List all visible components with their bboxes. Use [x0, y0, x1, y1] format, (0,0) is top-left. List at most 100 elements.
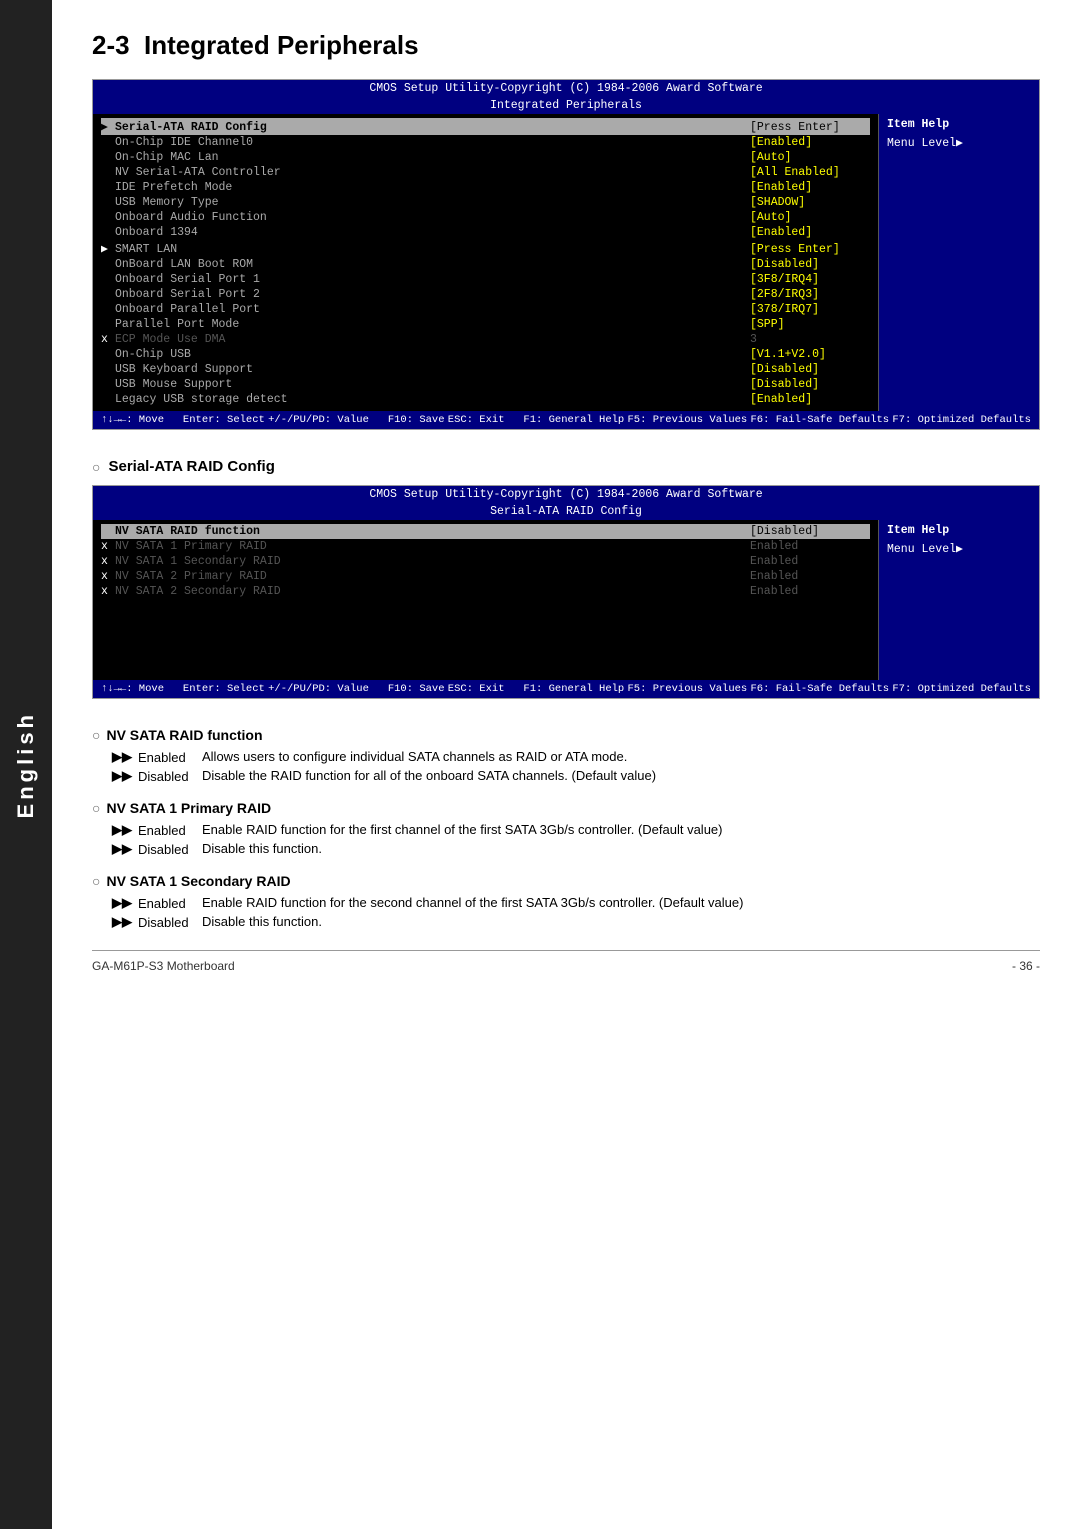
bios-label: Onboard Serial Port 1: [115, 273, 750, 286]
desc-item-text: Disable this function.: [202, 914, 1040, 929]
bios-value: [Press Enter]: [750, 243, 870, 256]
sidebar-label: English: [13, 711, 39, 818]
bios1-row-7[interactable]: Onboard 1394[Enabled]: [101, 225, 870, 240]
bios1-row-14[interactable]: x ECP Mode Use DMA3: [101, 332, 870, 347]
bios1-footer-col8: F6: Fail-Safe Defaults: [750, 414, 889, 426]
bios1-row-4[interactable]: IDE Prefetch Mode[Enabled]: [101, 180, 870, 195]
bios2-row-2[interactable]: x NV SATA 1 Secondary RAIDEnabled: [101, 554, 870, 569]
desc-item: ▶▶ DisabledDisable this function.: [112, 841, 1040, 857]
bios-label: Onboard 1394: [115, 226, 750, 239]
bios1-row-10[interactable]: Onboard Serial Port 1[3F8/IRQ4]: [101, 272, 870, 287]
bios1-body: ▶ Serial-ATA RAID Config[Press Enter] On…: [93, 114, 1039, 411]
section-number: 2-3: [92, 30, 130, 60]
bios2-row-1[interactable]: x NV SATA 1 Primary RAIDEnabled: [101, 539, 870, 554]
desc-item-label-text: Enabled: [138, 823, 186, 838]
bios1-row-17[interactable]: USB Mouse Support[Disabled]: [101, 377, 870, 392]
page-title: 2-3 Integrated Peripherals: [92, 30, 1040, 61]
subsection1-title: ○ Serial-ATA RAID Config: [92, 458, 1040, 475]
bios-label: USB Mouse Support: [115, 378, 750, 391]
bios1-row-8[interactable]: ▶ SMART LAN[Press Enter]: [101, 240, 870, 257]
bios-label: NV Serial-ATA Controller: [115, 166, 750, 179]
bios-value: [Disabled]: [750, 378, 870, 391]
arrow-bullet: ▶▶: [112, 768, 132, 784]
bios-value: [Disabled]: [750, 363, 870, 376]
bios-label: ECP Mode Use DMA: [115, 333, 750, 346]
bios2-footer-col5: ESC: Exit F1: General Help: [448, 683, 624, 695]
bios1-row-0[interactable]: ▶ Serial-ATA RAID Config[Press Enter]: [101, 118, 870, 135]
bios1-right: Item Help Menu Level▶: [879, 114, 1039, 411]
arrow-indicator: x: [101, 555, 111, 568]
bios1-footer: ↑↓→←: Move Enter: Select +/-/PU/PD: Valu…: [93, 411, 1039, 429]
desc-item-label-text: Disabled: [138, 769, 189, 784]
desc1-title: ○ NV SATA RAID function: [92, 727, 1040, 743]
bios2-header1: CMOS Setup Utility-Copyright (C) 1984-20…: [93, 486, 1039, 503]
desc1-list: ▶▶ EnabledAllows users to configure indi…: [112, 749, 1040, 784]
bios-value: [Enabled]: [750, 393, 870, 406]
bios-value: Enabled: [750, 570, 870, 583]
bios1-row-1[interactable]: On-Chip IDE Channel0[Enabled]: [101, 135, 870, 150]
bios1-row-5[interactable]: USB Memory Type[SHADOW]: [101, 195, 870, 210]
desc2: ○ NV SATA 1 Primary RAID ▶▶ EnabledEnabl…: [92, 800, 1040, 857]
bios2-footer-col9: F7: Optimized Defaults: [892, 683, 1031, 695]
bios-label: On-Chip USB: [115, 348, 750, 361]
bios-value: [SPP]: [750, 318, 870, 331]
bios-value: [Disabled]: [750, 525, 870, 538]
bios1-header1: CMOS Setup Utility-Copyright (C) 1984-20…: [93, 80, 1039, 97]
footer-right: - 36 -: [1012, 959, 1040, 973]
bios2-row-3[interactable]: x NV SATA 2 Primary RAIDEnabled: [101, 569, 870, 584]
bios1-item-help-value: Menu Level▶: [887, 135, 1031, 150]
desc-item-label: ▶▶ Disabled: [112, 768, 202, 784]
bios-label: On-Chip IDE Channel0: [115, 136, 750, 149]
bios-value: Enabled: [750, 540, 870, 553]
bios-value: [Auto]: [750, 151, 870, 164]
desc-item-label-text: Enabled: [138, 750, 186, 765]
bios-label: NV SATA RAID function: [115, 525, 750, 538]
bios1-row-9[interactable]: OnBoard LAN Boot ROM[Disabled]: [101, 257, 870, 272]
desc-item: ▶▶ Disabled Disable this function.: [112, 914, 1040, 930]
bios-label: NV SATA 1 Primary RAID: [115, 540, 750, 553]
bios-label: NV SATA 2 Primary RAID: [115, 570, 750, 583]
bios1-row-15[interactable]: On-Chip USB[V1.1+V2.0]: [101, 347, 870, 362]
bios1-row-18[interactable]: Legacy USB storage detect[Enabled]: [101, 392, 870, 407]
bios1-row-2[interactable]: On-Chip MAC Lan[Auto]: [101, 150, 870, 165]
desc-item-label: ▶▶ Enabled: [112, 749, 202, 765]
bios1-row-11[interactable]: Onboard Serial Port 2[2F8/IRQ3]: [101, 287, 870, 302]
bios1-row-13[interactable]: Parallel Port Mode[SPP]: [101, 317, 870, 332]
bios-label: SMART LAN: [115, 243, 750, 256]
diamond-icon-desc3: ○: [92, 873, 100, 889]
desc-item-label: ▶▶ Disabled: [112, 841, 202, 857]
bios-value: [SHADOW]: [750, 196, 870, 209]
subsection1-title-text: Serial-ATA RAID Config: [108, 458, 274, 475]
desc-item-label: ▶▶ Enabled: [112, 822, 202, 838]
bios-label: Legacy USB storage detect: [115, 393, 750, 406]
desc3-title-text: NV SATA 1 Secondary RAID: [106, 873, 290, 889]
arrow-indicator: x: [101, 333, 111, 346]
desc-item-label: ▶▶ Enabled: [112, 895, 202, 911]
section-title-text: Integrated Peripherals: [144, 30, 419, 60]
desc-item-label-text: Disabled: [138, 915, 189, 930]
bios-value: [Auto]: [750, 211, 870, 224]
bios-value: Enabled: [750, 555, 870, 568]
bios1-row-16[interactable]: USB Keyboard Support[Disabled]: [101, 362, 870, 377]
page-footer: GA-M61P-S3 Motherboard - 36 -: [92, 950, 1040, 973]
bios1-row-3[interactable]: NV Serial-ATA Controller[All Enabled]: [101, 165, 870, 180]
desc3-list: ▶▶ EnabledEnable RAID function for the s…: [112, 895, 1040, 930]
bios1-footer-col9: F7: Optimized Defaults: [892, 414, 1031, 426]
bios2-row-0[interactable]: NV SATA RAID function[Disabled]: [101, 524, 870, 539]
bios1-row-6[interactable]: Onboard Audio Function[Auto]: [101, 210, 870, 225]
arrow-indicator: ▶: [101, 119, 111, 134]
bios-label: USB Keyboard Support: [115, 363, 750, 376]
arrow-bullet: ▶▶: [112, 914, 132, 930]
bios2-item-help-title: Item Help: [887, 524, 1031, 537]
sidebar: English: [0, 0, 52, 1529]
bios2-footer-col1: ↑↓→←: Move Enter: Select: [101, 683, 265, 695]
bios2-row-4[interactable]: x NV SATA 2 Secondary RAIDEnabled: [101, 584, 870, 599]
bios1-item-help-title: Item Help: [887, 118, 1031, 131]
bios2-footer-col8: F6: Fail-Safe Defaults: [750, 683, 889, 695]
bios-value: [2F8/IRQ3]: [750, 288, 870, 301]
bios-label: Onboard Parallel Port: [115, 303, 750, 316]
arrow-indicator: x: [101, 540, 111, 553]
desc3-title: ○ NV SATA 1 Secondary RAID: [92, 873, 1040, 889]
bios1-row-12[interactable]: Onboard Parallel Port[378/IRQ7]: [101, 302, 870, 317]
bios-value: [3F8/IRQ4]: [750, 273, 870, 286]
